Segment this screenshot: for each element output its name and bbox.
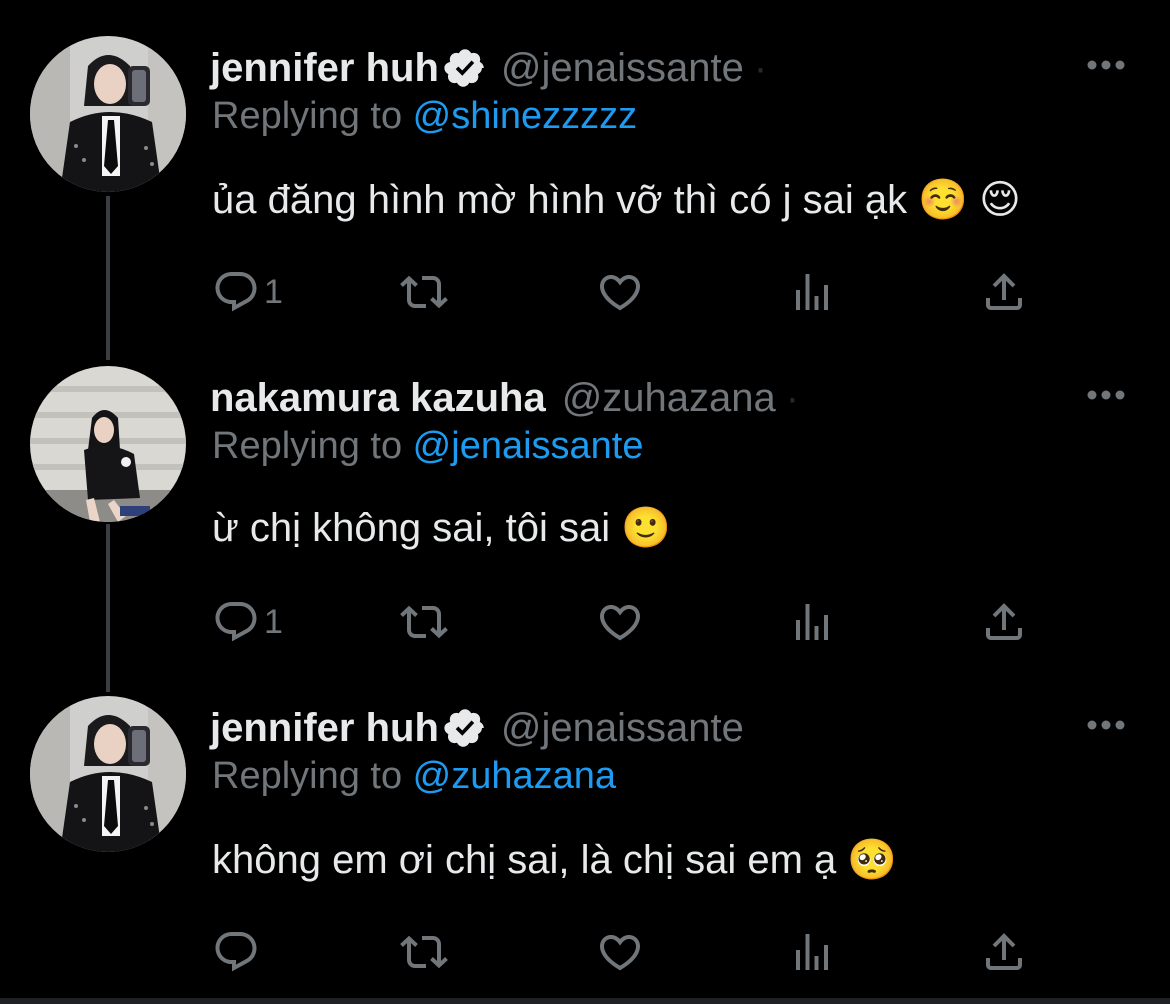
avatar[interactable] [30,366,186,522]
tweet-actions [212,924,1042,980]
replying-to-mention[interactable]: @shinezzzzz [413,95,637,137]
reply-count: 1 [264,602,283,641]
more-icon[interactable] [1086,58,1126,70]
reply-button[interactable]: 1 [212,264,283,320]
avatar[interactable] [30,36,186,192]
tweet-header: nakamura kazuha @zuhazana · [210,370,799,426]
views-icon [788,268,836,316]
reply-icon [212,598,260,646]
retweet-button[interactable] [400,924,448,980]
like-button[interactable] [596,924,644,980]
heart-icon [596,598,644,646]
tweet-actions: 1 [212,594,1042,650]
views-button[interactable] [788,264,836,320]
reply-count: 1 [264,272,283,311]
share-button[interactable] [980,264,1028,320]
display-name[interactable]: jennifer huh [210,700,439,756]
views-icon [788,928,836,976]
share-icon [980,928,1028,976]
views-icon [788,598,836,646]
like-button[interactable] [596,264,644,320]
retweet-button[interactable] [400,264,448,320]
like-button[interactable] [596,594,644,650]
replying-to-label: Replying to [212,425,413,467]
retweet-button[interactable] [400,594,448,650]
retweet-icon [400,598,448,646]
replying-to-mention[interactable]: @jenaissante [413,425,644,467]
reply-button[interactable] [212,924,264,980]
replying-to-label: Replying to [212,755,413,797]
separator-dot: · [753,46,768,90]
replying-to: Replying to @shinezzzzz [212,92,637,140]
replying-to: Replying to @jenaissante [212,422,644,470]
heart-icon [596,928,644,976]
replying-to-label: Replying to [212,95,413,137]
retweet-icon [400,268,448,316]
tweet-text: ủa đăng hình mờ hình vỡ thì có j sai ạk … [212,178,1021,222]
user-handle[interactable]: @jenaissante [501,40,744,96]
tweet[interactable]: jennifer huh @jenaissante Replying to @z… [0,660,1170,990]
views-button[interactable] [788,594,836,650]
display-name[interactable]: jennifer huh [210,40,439,96]
user-handle[interactable]: @zuhazana [562,370,776,426]
tweet[interactable]: nakamura kazuha @zuhazana · Replying to … [0,330,1170,660]
avatar[interactable] [30,696,186,852]
more-icon[interactable] [1086,388,1126,400]
share-icon [980,598,1028,646]
tweet-header: jennifer huh @jenaissante [210,700,744,756]
replying-to: Replying to @zuhazana [212,752,616,800]
replying-to-mention[interactable]: @zuhazana [413,755,616,797]
verified-badge-icon [443,706,487,750]
tweet-thread: jennifer huh @jenaissante · Replying to … [0,0,1170,1004]
share-icon [980,268,1028,316]
reply-icon [212,268,260,316]
tweet[interactable]: jennifer huh @jenaissante · Replying to … [0,0,1170,330]
reply-button[interactable]: 1 [212,594,283,650]
tweet-actions: 1 [212,264,1042,320]
verified-badge-icon [443,46,487,90]
reply-icon [212,928,260,976]
user-handle[interactable]: @jenaissante [501,700,744,756]
separator-dot: · [785,376,800,420]
tweet-text: ừ chị không sai, tôi sai 🙂 [212,506,672,550]
share-button[interactable] [980,924,1028,980]
display-name[interactable]: nakamura kazuha [210,370,546,426]
more-icon[interactable] [1086,718,1126,730]
share-button[interactable] [980,594,1028,650]
tweet-text: không em ơi chị sai, là chị sai em ạ 🥺 [212,838,898,882]
views-button[interactable] [788,924,836,980]
heart-icon [596,268,644,316]
retweet-icon [400,928,448,976]
tweet-header: jennifer huh @jenaissante · [210,40,767,96]
divider [0,998,1170,1004]
